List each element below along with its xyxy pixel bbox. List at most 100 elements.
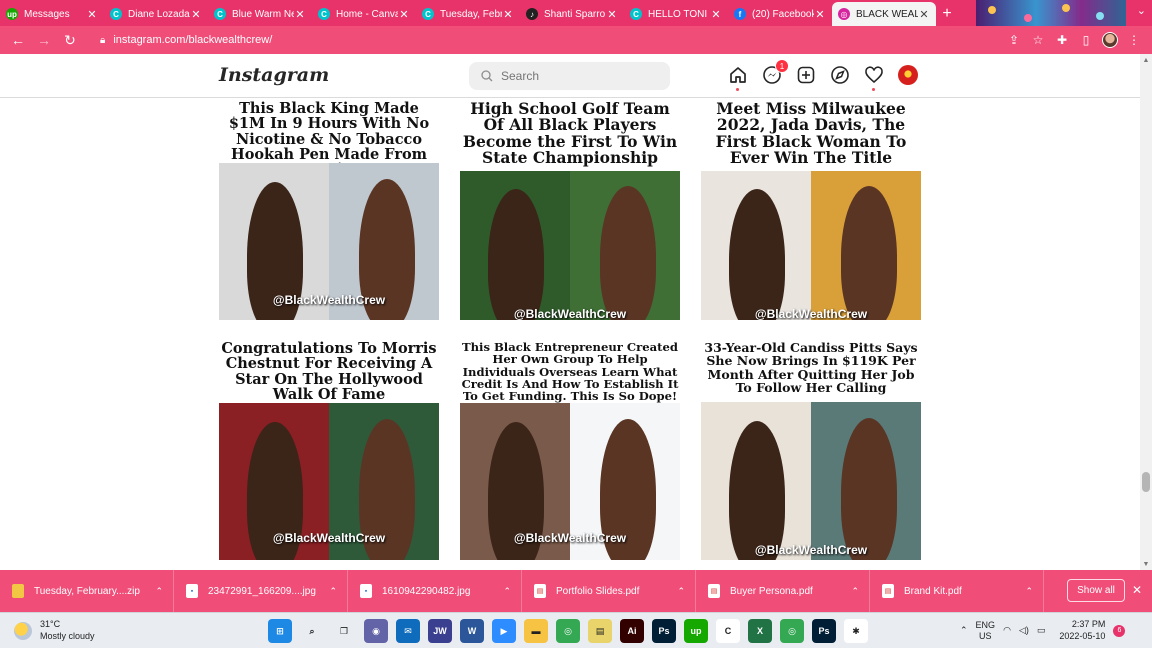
file-explorer-icon[interactable]: ▬ xyxy=(524,619,548,643)
upwork-icon[interactable]: up xyxy=(684,619,708,643)
photoshop-icon-2[interactable]: Ps xyxy=(812,619,836,643)
teams-chat-icon[interactable]: ◉ xyxy=(364,619,388,643)
sidebar-icon[interactable]: ▯ xyxy=(1074,28,1098,52)
new-tab-button[interactable]: + xyxy=(936,2,958,26)
zoom-icon[interactable]: ▶ xyxy=(492,619,516,643)
show-all-downloads-button[interactable]: Show all xyxy=(1067,579,1125,602)
activity-heart-icon[interactable] xyxy=(863,64,885,91)
illustrator-icon[interactable]: Ai xyxy=(620,619,644,643)
home-icon[interactable] xyxy=(727,64,749,91)
instagram-logo[interactable]: Instagram xyxy=(219,64,329,86)
bookmark-star-icon[interactable]: ☆ xyxy=(1026,28,1050,52)
post-headline: High School Golf Team Of All Black Playe… xyxy=(460,101,680,171)
tab-close-icon[interactable]: ✕ xyxy=(294,8,306,21)
share-icon[interactable]: ⇪ xyxy=(1002,28,1026,52)
post-thumbnail[interactable]: Meet Miss Milwaukee 2022, Jada Davis, Th… xyxy=(701,101,921,320)
browser-tab[interactable]: C HELLO TONI ✕ xyxy=(624,2,728,26)
cc-icon[interactable]: C xyxy=(716,619,740,643)
lock-icon: 🔒︎ xyxy=(100,34,106,46)
post-thumbnail[interactable]: 33-Year-Old Candiss Pitts Says She Now B… xyxy=(701,341,921,560)
task-view-icon[interactable]: ❐ xyxy=(332,619,356,643)
search-box[interactable] xyxy=(469,62,670,90)
download-item[interactable]: ▤ Brand Kit.pdf ⌃ xyxy=(870,570,1044,612)
language-indicator[interactable]: ENG US xyxy=(976,620,996,642)
word-icon[interactable]: W xyxy=(460,619,484,643)
volume-icon[interactable]: ◁) xyxy=(1019,625,1029,636)
browser-tab[interactable]: C Home - Canva ✕ xyxy=(312,2,416,26)
post-thumbnail[interactable]: This Black Entrepreneur Created Her Own … xyxy=(460,341,680,560)
chrome-icon[interactable]: ◎ xyxy=(556,619,580,643)
back-button[interactable]: ← xyxy=(6,28,30,52)
forward-button[interactable]: → xyxy=(32,28,56,52)
tab-close-icon[interactable]: ✕ xyxy=(606,8,618,21)
download-item[interactable]: Tuesday, February....zip ⌃ xyxy=(0,570,174,612)
browser-tab[interactable]: C Diane Lozada ✕ xyxy=(104,2,208,26)
page-scrollbar[interactable]: ▲ ▼ xyxy=(1140,54,1152,570)
wifi-icon[interactable]: ◠ xyxy=(1003,625,1011,636)
post-photo: @BlackWealthCrew xyxy=(701,402,921,560)
tab-close-icon[interactable]: ✕ xyxy=(86,8,98,21)
notepad-icon[interactable]: ▤ xyxy=(588,619,612,643)
new-post-icon[interactable] xyxy=(795,64,817,86)
download-filename: Brand Kit.pdf xyxy=(904,585,962,597)
search-icon[interactable]: ⌕ xyxy=(300,619,324,643)
tab-close-icon[interactable]: ✕ xyxy=(710,8,722,21)
jw-icon[interactable]: JW xyxy=(428,619,452,643)
photoshop-icon[interactable]: Ps xyxy=(652,619,676,643)
chevron-up-icon[interactable]: ⌃ xyxy=(851,586,859,597)
tab-close-icon[interactable]: ✕ xyxy=(814,8,826,21)
browser-tab[interactable]: ♪ Shanti Sparro ✕ xyxy=(520,2,624,26)
download-item[interactable]: ▪ 23472991_166209....jpg ⌃ xyxy=(174,570,348,612)
chevron-up-icon[interactable]: ⌃ xyxy=(503,586,511,597)
browser-tab[interactable]: C Tuesday, Febr ✕ xyxy=(416,2,520,26)
clock[interactable]: 2:37 PM 2022-05-10 xyxy=(1059,619,1105,642)
extensions-puzzle-icon[interactable]: ✚ xyxy=(1050,28,1074,52)
download-filename: 23472991_166209....jpg xyxy=(208,585,316,597)
scroll-up-arrow-icon[interactable]: ▲ xyxy=(1140,54,1152,66)
post-watermark: @BlackWealthCrew xyxy=(272,293,386,307)
scrollbar-thumb[interactable] xyxy=(1142,472,1150,492)
chevron-up-icon[interactable]: ⌃ xyxy=(1025,586,1033,597)
post-thumbnail[interactable]: Congratulations To Morris Chestnut For R… xyxy=(219,341,439,560)
chevron-up-icon[interactable]: ⌃ xyxy=(677,586,685,597)
search-input[interactable] xyxy=(501,69,651,83)
tab-close-icon[interactable]: ✕ xyxy=(190,8,202,21)
battery-icon[interactable]: ▭ xyxy=(1037,625,1046,636)
canva-icon: C xyxy=(422,8,434,20)
tab-search-chevron-icon[interactable]: ⌄ xyxy=(1137,4,1146,17)
mail-icon[interactable]: ✉ xyxy=(396,619,420,643)
chrome-profile-icon[interactable]: ◎ xyxy=(780,619,804,643)
browser-tab[interactable]: up Messages ✕ xyxy=(0,2,104,26)
slack-icon[interactable]: ✱ xyxy=(844,619,868,643)
close-downloads-icon[interactable]: ✕ xyxy=(1132,583,1142,597)
browser-tab[interactable]: f (20) Facebook ✕ xyxy=(728,2,832,26)
browser-tab[interactable]: ◎ BLACK WEALT✕ xyxy=(832,2,936,26)
tab-strip-theme-art xyxy=(976,0,1126,26)
tab-close-icon[interactable]: ✕ xyxy=(398,8,410,21)
address-bar[interactable]: 🔒︎ instagram.com/blackwealthcrew/ xyxy=(90,29,994,51)
download-item[interactable]: ▤ Portfolio Slides.pdf ⌃ xyxy=(522,570,696,612)
explore-compass-icon[interactable] xyxy=(829,64,851,86)
post-headline: Meet Miss Milwaukee 2022, Jada Davis, Th… xyxy=(701,101,921,171)
post-thumbnail[interactable]: High School Golf Team Of All Black Playe… xyxy=(460,101,680,320)
profile-avatar-icon[interactable] xyxy=(897,64,919,86)
tab-close-icon[interactable]: ✕ xyxy=(502,8,514,21)
tab-close-icon[interactable]: ✕ xyxy=(918,8,930,21)
windows-start-icon[interactable]: ⊞ xyxy=(268,619,292,643)
profile-avatar[interactable] xyxy=(1098,28,1122,52)
pdf-file-icon: ▤ xyxy=(534,584,546,598)
download-item[interactable]: ▪ 1610942290482.jpg ⌃ xyxy=(348,570,522,612)
notification-badge[interactable]: 6 xyxy=(1113,624,1126,637)
browser-menu-icon[interactable]: ⋮ xyxy=(1122,28,1146,52)
browser-tab[interactable]: C Blue Warm Ne ✕ xyxy=(208,2,312,26)
messenger-icon[interactable]: 1 xyxy=(761,59,789,86)
chevron-up-icon[interactable]: ⌃ xyxy=(155,586,163,597)
weather-widget[interactable]: 31°C Mostly cloudy xyxy=(14,619,95,642)
chevron-up-icon[interactable]: ⌃ xyxy=(329,586,337,597)
tray-chevron-up-icon[interactable]: ⌃ xyxy=(960,625,968,636)
reload-button[interactable]: ↻ xyxy=(58,28,82,52)
scroll-down-arrow-icon[interactable]: ▼ xyxy=(1140,558,1152,570)
download-item[interactable]: ▤ Buyer Persona.pdf ⌃ xyxy=(696,570,870,612)
excel-icon[interactable]: X xyxy=(748,619,772,643)
post-thumbnail[interactable]: This Black King Made $1M In 9 Hours With… xyxy=(219,101,439,320)
